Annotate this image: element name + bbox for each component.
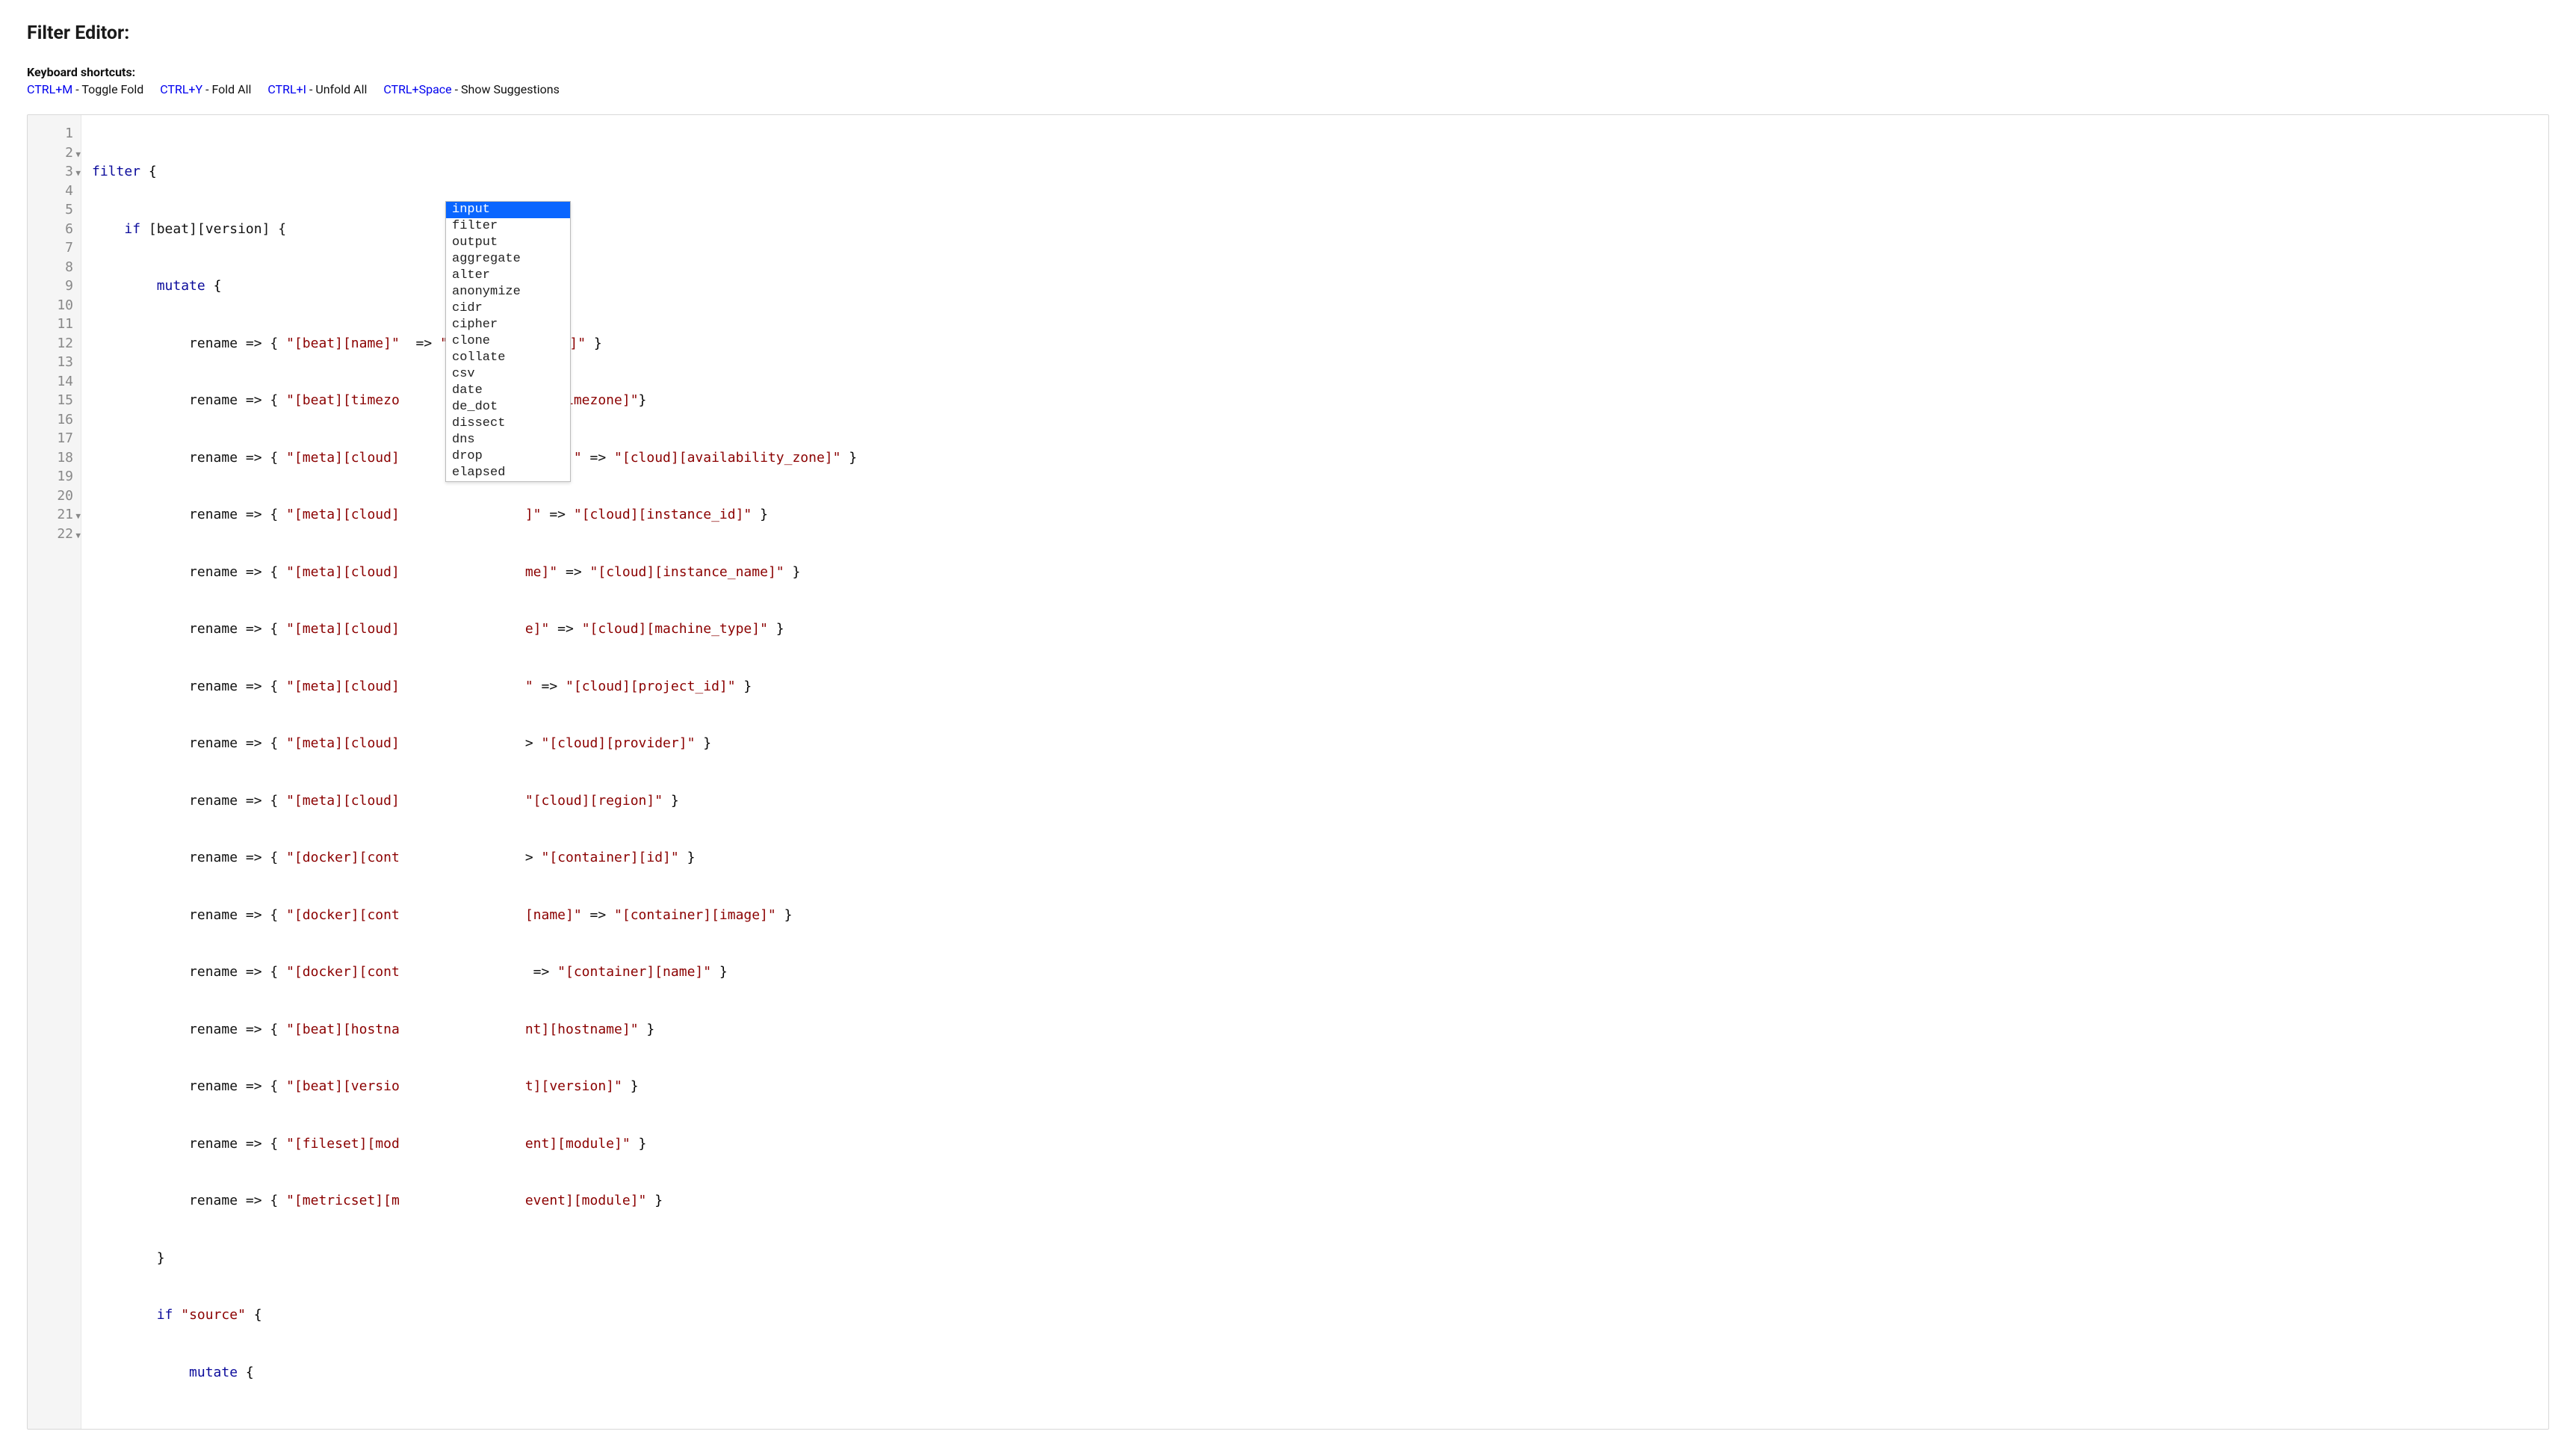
shortcuts-line: CTRL+M - Toggle Fold CTRL+Y - Fold All C… xyxy=(27,82,2549,96)
gutter-line-number[interactable]: 8 xyxy=(32,258,73,277)
autocomplete-item[interactable]: elapsed xyxy=(446,465,570,481)
code-line[interactable]: rename => { "[beat][versiot][version]" } xyxy=(92,1077,2538,1096)
autocomplete-item[interactable]: clone xyxy=(446,333,570,350)
code-line[interactable]: rename => { "[docker][cont => "[containe… xyxy=(92,963,2538,982)
shortcut-key: CTRL+M xyxy=(27,82,72,96)
code-line[interactable]: mutate { xyxy=(92,1363,2538,1383)
gutter-line-number[interactable]: 16 xyxy=(32,410,73,430)
fold-toggle-icon[interactable]: ▼ xyxy=(75,526,81,546)
gutter-line-number[interactable]: 18 xyxy=(32,448,73,468)
code-editor[interactable]: 12▼3▼456789101112131415161718192021▼22▼ … xyxy=(27,114,2549,1430)
gutter-line-number[interactable]: 15 xyxy=(32,391,73,410)
code-line[interactable]: rename => { "[meta][cloud]e]" => "[cloud… xyxy=(92,620,2538,639)
gutter-line-number[interactable]: 3▼ xyxy=(32,162,73,182)
code-line[interactable]: rename => { "[metricset][mevent][module]… xyxy=(92,1191,2538,1211)
gutter-line-number[interactable]: 22▼ xyxy=(32,525,73,544)
autocomplete-item[interactable]: aggregate xyxy=(446,251,570,268)
shortcut-key: CTRL+Y xyxy=(160,82,202,96)
autocomplete-item[interactable]: date xyxy=(446,383,570,399)
gutter-line-number[interactable]: 13 xyxy=(32,353,73,372)
code-line[interactable]: rename => { "[meta][cloud]me]" => "[clou… xyxy=(92,563,2538,582)
page-title: Filter Editor: xyxy=(27,22,2549,44)
shortcuts-heading: Keyboard shortcuts: xyxy=(27,65,2549,79)
gutter-line-number[interactable]: 12 xyxy=(32,334,73,353)
shortcut-key: CTRL+Space xyxy=(383,82,451,96)
autocomplete-item[interactable]: cidr xyxy=(446,300,570,317)
gutter-line-number[interactable]: 4 xyxy=(32,182,73,201)
code-line[interactable]: filter { xyxy=(92,162,2538,182)
code-line[interactable]: rename => { "[docker][cont> "[container]… xyxy=(92,848,2538,868)
autocomplete-item[interactable]: drop xyxy=(446,448,570,465)
code-line[interactable]: rename => { "[meta][cloud]> "[cloud][pro… xyxy=(92,734,2538,753)
autocomplete-item[interactable]: csv xyxy=(446,366,570,383)
autocomplete-item[interactable]: collate xyxy=(446,350,570,366)
code-line[interactable]: if "source" { xyxy=(92,1306,2538,1325)
autocomplete-item[interactable]: cipher xyxy=(446,317,570,333)
gutter-line-number[interactable]: 14 xyxy=(32,372,73,392)
gutter-line-number[interactable]: 21▼ xyxy=(32,505,73,525)
code-line[interactable]: } xyxy=(92,1249,2538,1268)
gutter-line-number[interactable]: 2▼ xyxy=(32,143,73,163)
gutter-line-number[interactable]: 10 xyxy=(32,296,73,315)
autocomplete-item[interactable]: filter xyxy=(446,218,570,235)
gutter-line-number[interactable]: 19 xyxy=(32,467,73,486)
gutter-line-number[interactable]: 6 xyxy=(32,220,73,239)
code-line[interactable]: rename => { "[beat][hostnant][hostname]"… xyxy=(92,1020,2538,1039)
gutter-line-number[interactable]: 7 xyxy=(32,238,73,258)
editor-gutter: 12▼3▼456789101112131415161718192021▼22▼ xyxy=(28,115,81,1429)
code-line[interactable]: rename => { "[meta][cloud]]" => "[cloud]… xyxy=(92,505,2538,525)
fold-toggle-icon[interactable]: ▼ xyxy=(75,164,81,183)
autocomplete-item[interactable]: de_dot xyxy=(446,399,570,415)
autocomplete-item[interactable]: output xyxy=(446,235,570,251)
gutter-line-number[interactable]: 1 xyxy=(32,124,73,143)
autocomplete-item[interactable]: input xyxy=(446,202,570,218)
gutter-line-number[interactable]: 20 xyxy=(32,486,73,506)
autocomplete-item[interactable]: alter xyxy=(446,268,570,284)
gutter-line-number[interactable]: 9 xyxy=(32,277,73,296)
autocomplete-item[interactable]: anonymize xyxy=(446,284,570,300)
code-line[interactable]: rename => { "[docker][cont[name]" => "[c… xyxy=(92,906,2538,925)
autocomplete-item[interactable]: dns xyxy=(446,432,570,448)
gutter-line-number[interactable]: 11 xyxy=(32,315,73,334)
gutter-line-number[interactable]: 17 xyxy=(32,429,73,448)
shortcut-desc: - Toggle Fold xyxy=(72,82,143,96)
code-line[interactable]: rename => { "[meta][cloud]"[cloud][regio… xyxy=(92,791,2538,811)
autocomplete-item[interactable]: dissect xyxy=(446,415,570,432)
code-line[interactable]: rename => { "[meta][cloud]" => "[cloud][… xyxy=(92,677,2538,696)
shortcut-desc: - Fold All xyxy=(202,82,251,96)
autocomplete-popup[interactable]: inputfilteroutputaggregatealteranonymize… xyxy=(445,201,571,482)
shortcut-key: CTRL+I xyxy=(267,82,306,96)
shortcut-desc: - Show Suggestions xyxy=(452,82,560,96)
code-line[interactable]: rename => { "[fileset][modent][module]" … xyxy=(92,1134,2538,1154)
fold-toggle-icon[interactable]: ▼ xyxy=(75,507,81,526)
gutter-line-number[interactable]: 5 xyxy=(32,200,73,220)
shortcut-desc: - Unfold All xyxy=(306,82,367,96)
fold-toggle-icon[interactable]: ▼ xyxy=(75,145,81,164)
